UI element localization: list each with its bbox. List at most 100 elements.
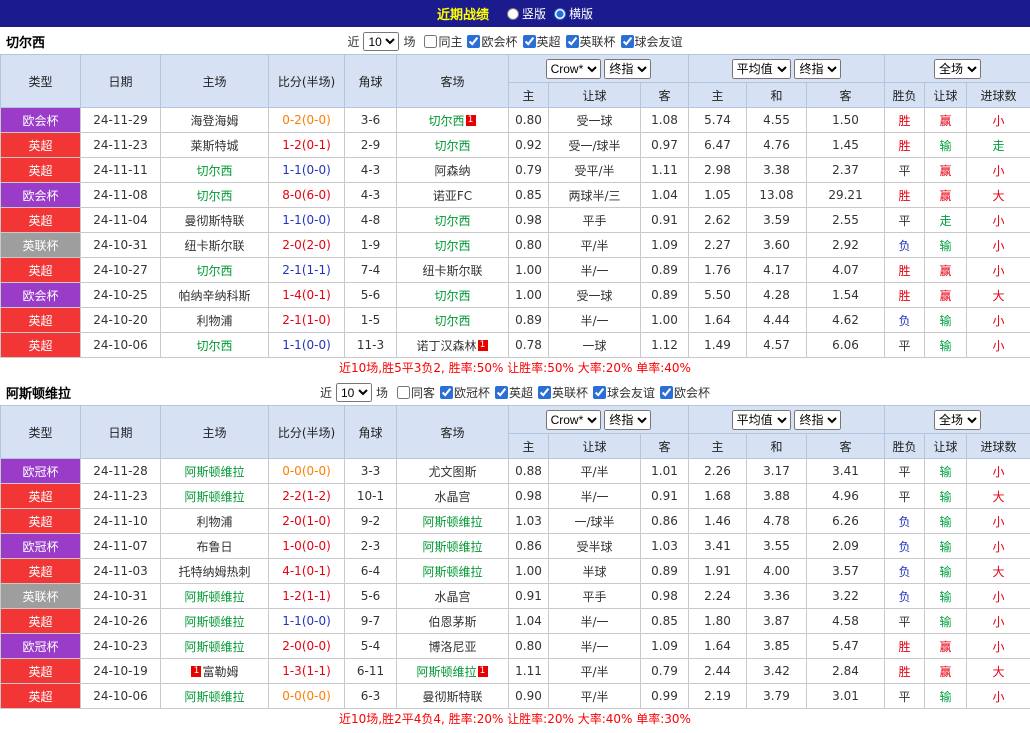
checkbox-input[interactable] [396, 385, 410, 399]
home-team-cell[interactable]: 切尔西 [160, 257, 269, 283]
team-link[interactable]: 利物浦 [196, 515, 232, 529]
league-filter-欧会杯[interactable]: 欧会杯 [660, 384, 710, 401]
team-link[interactable]: 阿森纳 [434, 164, 470, 178]
home-team-cell[interactable]: 纽卡斯尔联 [160, 232, 269, 258]
checkbox-input[interactable] [660, 385, 674, 399]
league-filter-英联杯[interactable]: 英联杯 [538, 384, 588, 401]
team-link[interactable]: 切尔西 [434, 139, 470, 153]
team-link[interactable]: 布鲁日 [196, 540, 232, 554]
team-link[interactable]: 水晶宫 [434, 490, 470, 504]
team-link[interactable]: 博洛尼亚 [428, 640, 476, 654]
away-team-cell[interactable]: 水晶宫 [396, 583, 509, 609]
score-cell[interactable]: 2-0(2-0) [268, 232, 345, 258]
team-link[interactable]: 阿斯顿维拉 [184, 615, 244, 629]
team-link[interactable]: 富勒姆 [202, 665, 238, 679]
team-link[interactable]: 诺丁汉森林 [416, 339, 476, 353]
avg-source-select[interactable]: 平均值 [731, 409, 791, 430]
scope-select[interactable]: 全场 [934, 58, 982, 79]
layout-radio-horizontal[interactable]: 横版 [554, 5, 593, 22]
avg-stage-select[interactable]: 终指 [794, 409, 842, 430]
team-link[interactable]: 尤文图斯 [428, 465, 476, 479]
team-link[interactable]: 伯恩茅斯 [428, 615, 476, 629]
checkbox-input[interactable] [467, 34, 481, 48]
checkbox-input[interactable] [424, 34, 438, 48]
home-team-cell[interactable]: 阿斯顿维拉 [160, 583, 269, 609]
avg-source-select[interactable]: 平均值 [731, 58, 791, 79]
team-link[interactable]: 切尔西 [196, 339, 232, 353]
score-cell[interactable]: 1-1(0-0) [268, 332, 345, 358]
home-team-cell[interactable]: 莱斯特城 [160, 132, 269, 158]
home-team-cell[interactable]: 切尔西 [160, 332, 269, 358]
away-team-cell[interactable]: 切尔西 [396, 282, 509, 308]
checkbox-input[interactable] [439, 385, 453, 399]
home-team-cell[interactable]: 1 富勒姆 [160, 658, 269, 684]
home-team-cell[interactable]: 利物浦 [160, 508, 269, 534]
odds-stage-select[interactable]: 终指 [604, 409, 652, 430]
team-link[interactable]: 切尔西 [434, 289, 470, 303]
away-team-cell[interactable]: 切尔西 1 [396, 107, 509, 133]
score-cell[interactable]: 1-0(0-0) [268, 533, 345, 559]
score-cell[interactable]: 2-1(1-0) [268, 307, 345, 333]
home-team-cell[interactable]: 阿斯顿维拉 [160, 483, 269, 509]
checkbox-input[interactable] [565, 34, 579, 48]
league-filter-英超[interactable]: 英超 [495, 384, 533, 401]
team-link[interactable]: 莱斯特城 [190, 139, 238, 153]
home-team-cell[interactable]: 阿斯顿维拉 [160, 633, 269, 659]
checkbox-input[interactable] [620, 34, 634, 48]
league-filter-同主[interactable]: 同主 [424, 33, 462, 50]
team-link[interactable]: 切尔西 [196, 264, 232, 278]
score-cell[interactable]: 1-1(0-0) [268, 207, 345, 233]
team-link[interactable]: 利物浦 [196, 314, 232, 328]
team-link[interactable]: 切尔西 [196, 189, 232, 203]
team-link[interactable]: 切尔西 [434, 314, 470, 328]
team-link[interactable]: 阿斯顿维拉 [184, 465, 244, 479]
team-link[interactable]: 阿斯顿维拉 [422, 565, 482, 579]
away-team-cell[interactable]: 切尔西 [396, 132, 509, 158]
score-cell[interactable]: 0-2(0-0) [268, 107, 345, 133]
score-cell[interactable]: 0-0(0-0) [268, 458, 345, 484]
home-team-cell[interactable]: 帕纳辛纳科斯 [160, 282, 269, 308]
league-filter-英超[interactable]: 英超 [522, 33, 561, 50]
away-team-cell[interactable]: 诺亚FC [396, 182, 509, 208]
away-team-cell[interactable]: 阿斯顿维拉 [396, 508, 509, 534]
score-cell[interactable]: 1-2(1-1) [268, 583, 345, 609]
team-link[interactable]: 曼彻斯特联 [184, 214, 244, 228]
recent-count-select[interactable]: 10 [363, 32, 400, 51]
recent-count-select[interactable]: 10 [335, 383, 372, 402]
score-cell[interactable]: 8-0(6-0) [268, 182, 345, 208]
odds-stage-select[interactable]: 终指 [604, 58, 652, 79]
team-link[interactable]: 托特纳姆热刺 [178, 565, 250, 579]
score-cell[interactable]: 0-0(0-0) [268, 683, 345, 709]
away-team-cell[interactable]: 切尔西 [396, 307, 509, 333]
odds-company-select[interactable]: Crow* [545, 58, 601, 79]
score-cell[interactable]: 2-0(0-0) [268, 633, 345, 659]
home-team-cell[interactable]: 利物浦 [160, 307, 269, 333]
league-filter-球会友谊[interactable]: 球会友谊 [593, 384, 655, 401]
score-cell[interactable]: 1-1(0-0) [268, 608, 345, 634]
away-team-cell[interactable]: 阿斯顿维拉 [396, 533, 509, 559]
team-link[interactable]: 阿斯顿维拉 [416, 665, 476, 679]
score-cell[interactable]: 4-1(0-1) [268, 558, 345, 584]
league-filter-欧会杯[interactable]: 欧会杯 [467, 33, 518, 50]
away-team-cell[interactable]: 曼彻斯特联 [396, 683, 509, 709]
checkbox-input[interactable] [522, 34, 536, 48]
away-team-cell[interactable]: 阿斯顿维拉 [396, 558, 509, 584]
team-link[interactable]: 纽卡斯尔联 [422, 264, 482, 278]
team-link[interactable]: 曼彻斯特联 [422, 690, 482, 704]
away-team-cell[interactable]: 博洛尼亚 [396, 633, 509, 659]
horizontal-radio-input[interactable] [554, 7, 566, 20]
home-team-cell[interactable]: 托特纳姆热刺 [160, 558, 269, 584]
checkbox-input[interactable] [538, 385, 552, 399]
team-link[interactable]: 帕纳辛纳科斯 [178, 289, 250, 303]
scope-select[interactable]: 全场 [934, 409, 982, 430]
score-cell[interactable]: 1-1(0-0) [268, 157, 345, 183]
team-link[interactable]: 海登海姆 [190, 114, 238, 128]
home-team-cell[interactable]: 切尔西 [160, 157, 269, 183]
league-filter-球会友谊[interactable]: 球会友谊 [620, 33, 683, 50]
score-cell[interactable]: 2-2(1-2) [268, 483, 345, 509]
checkbox-input[interactable] [495, 385, 508, 399]
home-team-cell[interactable]: 曼彻斯特联 [160, 207, 269, 233]
team-link[interactable]: 阿斯顿维拉 [184, 690, 244, 704]
team-link[interactable]: 纽卡斯尔联 [184, 239, 244, 253]
team-link[interactable]: 水晶宫 [434, 590, 470, 604]
